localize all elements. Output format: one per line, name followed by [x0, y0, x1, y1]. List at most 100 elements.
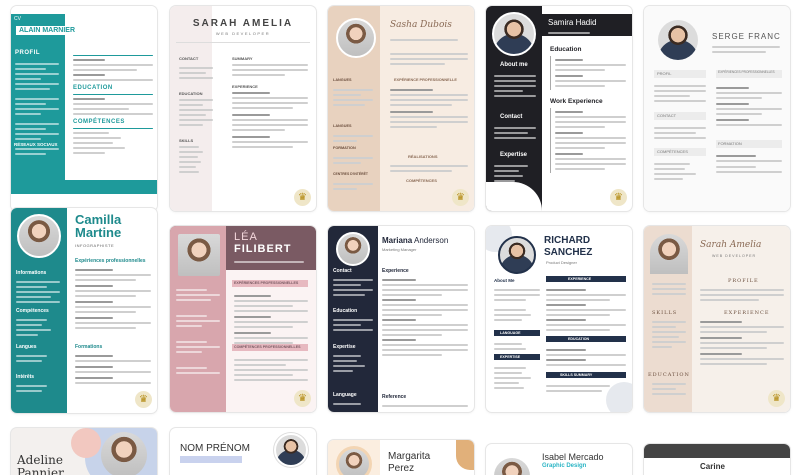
avatar — [274, 433, 308, 467]
resume-card-nom-prenom[interactable]: NOM PRÉNOM — [170, 428, 316, 475]
section-title: Language — [333, 392, 357, 398]
resume-card-sarah-amelia[interactable]: SARAH AMELIA WEB DEVELOPER CONTACT EDUCA… — [170, 6, 316, 211]
candidate-name: Sarah Amelia — [700, 240, 762, 250]
resume-card-isabel-mercado[interactable]: Isabel Mercado Graphic Design — [486, 444, 632, 475]
section-title: Expertise — [333, 344, 356, 350]
section-title: EDUCATION — [73, 85, 113, 91]
resume-card-carine[interactable]: Carine — [644, 444, 790, 475]
section-title: Intérêts — [16, 374, 35, 380]
candidate-name: Sasha Dubois — [390, 20, 452, 30]
avatar — [101, 432, 147, 475]
job-title: Graphic Design — [542, 463, 587, 469]
section-title: Formations — [75, 344, 103, 350]
section-title: EXPERIENCE — [568, 277, 592, 281]
section-title: FORMATION — [718, 141, 742, 146]
job-title: WEB DEVELOPER — [215, 31, 271, 36]
crown-icon: ♛ — [452, 189, 469, 206]
avatar — [178, 234, 220, 276]
section-title: EXPERIENCE — [724, 310, 770, 316]
section-title: Education — [550, 46, 582, 53]
avatar — [17, 214, 61, 258]
section-title: PROFIL — [657, 71, 672, 76]
footer-bar — [11, 180, 157, 194]
section-title: COMPÉTENCES — [73, 119, 125, 125]
first-name: Adeline — [17, 453, 63, 467]
candidate-name: Samira Hadid — [548, 18, 597, 27]
first-name: RICHARD — [544, 235, 591, 246]
resume-card-mariana-anderson[interactable]: Mariana Anderson Marketing Manager Exper… — [328, 226, 474, 412]
section-title: Education — [333, 308, 358, 314]
section-title: Informations — [16, 270, 47, 276]
candidate-name: SARAH AMELIA — [192, 18, 294, 29]
last-name: SANCHEZ — [544, 247, 593, 258]
section-title: Expertise — [500, 152, 528, 158]
section-title: RÉSEAUX SOCIAUX — [14, 142, 58, 147]
section-title: PROFIL — [15, 50, 40, 56]
resume-card-margarita-perez[interactable]: Margarita Perez — [328, 440, 474, 475]
candidate-name: ALAIN MARNIER — [16, 26, 78, 35]
section-title: Langues — [16, 344, 37, 350]
avatar — [494, 458, 530, 475]
avatar — [658, 20, 698, 60]
avatar — [336, 18, 376, 58]
section-title: LANGUAGE — [500, 331, 521, 335]
last-name: Perez — [388, 463, 415, 474]
section-title: Work Experience — [550, 98, 603, 105]
section-title: Reference — [382, 394, 407, 400]
section-title: Expériences professionnelles — [75, 258, 146, 264]
resume-card-samira-hadid[interactable]: Samira Hadid About me Contact Expertise … — [486, 6, 632, 211]
resume-card-adeline-pannier[interactable]: Adeline Pannier — [11, 428, 157, 475]
crown-icon: ♛ — [135, 391, 152, 408]
section-title: COMPÉTENCES — [657, 149, 688, 154]
main-column: SUMMARY EXPERIENCE — [232, 56, 308, 151]
crown-icon: ♛ — [768, 390, 785, 407]
section-title: PROFILE — [728, 278, 759, 284]
section-title: Experience — [382, 268, 409, 274]
avatar — [492, 12, 536, 56]
resume-card-richard-sanchez[interactable]: RICHARD SANCHEZ Product Designer About M… — [486, 226, 632, 412]
section-title: CONTACT — [179, 56, 199, 61]
section-title: Contact — [500, 114, 523, 120]
section-title: SKILLS SUMMARY — [560, 373, 593, 377]
section-title: Compétences — [16, 308, 49, 314]
section-title: About Me — [494, 278, 515, 283]
job-title: WEB DEVELOPER — [712, 254, 757, 258]
main-column: EDUCATION COMPÉTENCES — [73, 52, 153, 157]
section-title: About me — [500, 62, 528, 68]
section-title: EXPÉRIENCES PROFESSIONNELLES — [718, 70, 775, 74]
candidate-name: SERGE FRANC — [712, 32, 781, 41]
section-title: Contact — [333, 268, 352, 274]
last-name: FILIBERT — [234, 243, 292, 255]
crown-icon: ♛ — [294, 390, 311, 407]
candidate-name: Carine — [700, 462, 725, 471]
avatar — [498, 236, 536, 274]
first-name: LÉA — [234, 231, 258, 243]
resume-card-lea-filibert[interactable]: LÉA FILIBERT EXPÉRIENCES PROFESSIONNELLE… — [170, 226, 316, 412]
last-name: Pannier — [17, 466, 64, 475]
avatar — [336, 446, 372, 475]
resume-card-serge-franc[interactable]: SERGE FRANC PROFIL CONTACT COMPÉTENCES E… — [644, 6, 790, 211]
section-title: EXPERTISE — [500, 355, 521, 359]
crown-icon: ♛ — [610, 189, 627, 206]
section-title: EDUCATION — [568, 337, 590, 341]
last-name: Anderson — [414, 236, 449, 245]
section-title: EXPÉRIENCES PROFESSIONNELLES — [234, 281, 299, 285]
first-name: Margarita — [388, 451, 431, 462]
resume-card-alain-marnier[interactable]: CV ALAIN MARNIER PROFIL RÉSEAUX SOCIAUX … — [11, 6, 157, 211]
avatar — [650, 234, 688, 274]
job-title: Product Designer — [546, 260, 577, 265]
resume-card-camilla-martine[interactable]: Camilla Martine INFOGRAPHISTE Expérience… — [11, 208, 157, 413]
section-title: EDUCATION — [648, 372, 690, 378]
job-title: INFOGRAPHISTE — [75, 243, 115, 248]
job-title: Marketing Manager — [382, 247, 417, 252]
resume-card-sarah-amelia-2[interactable]: Sarah Amelia WEB DEVELOPER SKILLS EDUCAT… — [644, 226, 790, 412]
section-title: COMPÉTENCES PROFESSIONNELLES — [234, 345, 301, 349]
contact-block: EDUCATION SKILLS — [179, 64, 213, 176]
crown-icon: ♛ — [294, 189, 311, 206]
first-name: Mariana — [382, 236, 413, 245]
avatar — [336, 232, 370, 266]
section-title: CONTACT — [657, 113, 677, 118]
resume-card-sasha-dubois[interactable]: Sasha Dubois EXPÉRIENCE PROFESSIONNELLE … — [328, 6, 474, 211]
cv-label: CV — [14, 16, 21, 22]
candidate-name: Isabel Mercado — [542, 452, 604, 462]
